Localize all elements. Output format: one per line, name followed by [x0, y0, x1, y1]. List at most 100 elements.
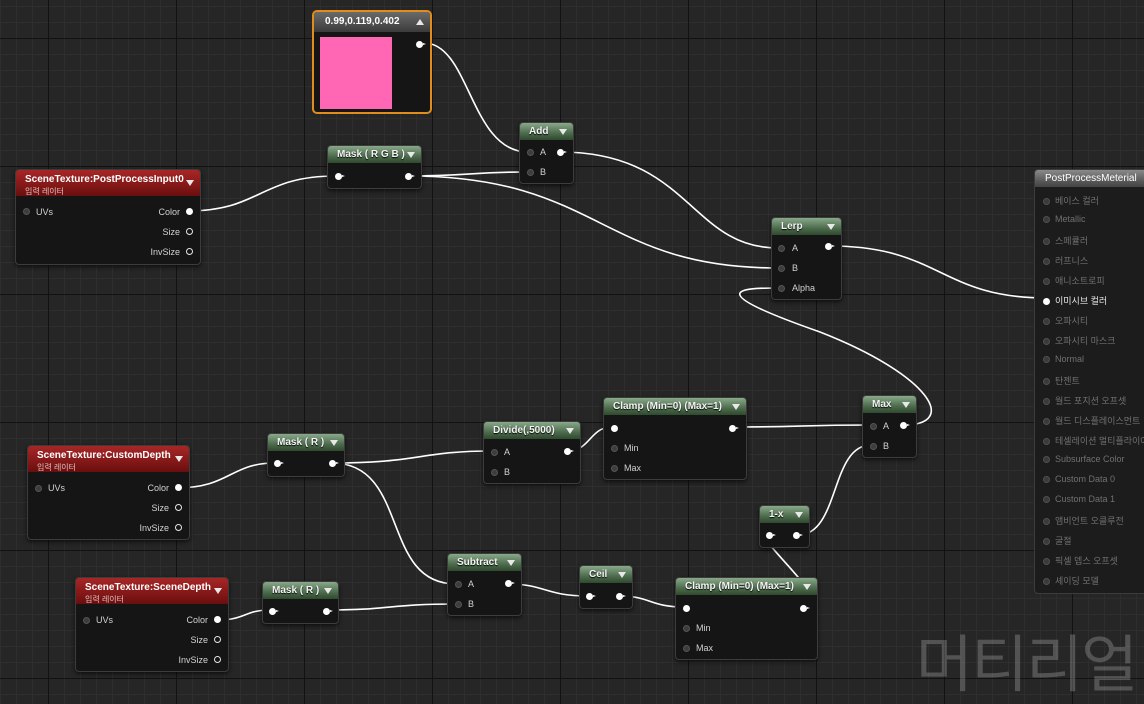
material-input-row[interactable]: 스페큘러 [1043, 234, 1088, 247]
clamp1-header[interactable]: Clamp (Min=0) (Max=1) [604, 398, 746, 415]
material-input-pin[interactable] [1043, 418, 1050, 426]
scene-depth-invsize-pin[interactable] [214, 656, 221, 663]
chevron-down-icon[interactable] [902, 402, 910, 408]
one-minus-input-pin[interactable] [766, 532, 776, 539]
max-node[interactable]: Max A B [862, 395, 917, 458]
material-input-pin[interactable] [1043, 216, 1050, 224]
material-input-row[interactable]: 앰비언트 오클루전 [1043, 514, 1124, 527]
material-input-row[interactable]: 굴절 [1043, 534, 1072, 547]
divide-output-pin[interactable] [564, 448, 574, 455]
material-input-row[interactable]: Subsurface Color [1043, 454, 1125, 464]
material-input-pin[interactable] [1043, 278, 1050, 286]
max-output-pin[interactable] [900, 422, 910, 429]
divide-header[interactable]: Divide(,5000) [484, 422, 580, 439]
clamp2-pin-min[interactable] [683, 625, 690, 632]
chevron-down-icon[interactable] [407, 152, 415, 158]
material-input-pin[interactable] [1043, 496, 1050, 504]
max-pin-b[interactable] [870, 443, 877, 450]
material-input-row[interactable]: 월드 디스플레이스먼트 [1043, 414, 1140, 427]
max-header[interactable]: Max [863, 396, 916, 413]
material-input-pin[interactable] [1043, 318, 1050, 326]
scene-depth-color-pin[interactable] [214, 616, 221, 623]
material-input-row[interactable]: Custom Data 0 [1043, 474, 1115, 484]
lerp-pin-a[interactable] [778, 245, 785, 252]
one-minus-node[interactable]: 1-x [759, 505, 810, 548]
material-input-pin[interactable] [1043, 258, 1050, 266]
output-pin[interactable] [416, 41, 426, 48]
clamp-node-2[interactable]: Clamp (Min=0) (Max=1) Min Max [675, 577, 818, 660]
material-input-pin[interactable] [1043, 298, 1050, 306]
ceil-node[interactable]: Ceil [579, 565, 633, 609]
add-pin-b[interactable] [527, 169, 534, 176]
divide-pin-b[interactable] [491, 469, 498, 476]
scene-custom-uvs-pin[interactable] [35, 485, 42, 492]
one-minus-output-pin[interactable] [793, 532, 803, 539]
clamp1-output-pin[interactable] [729, 425, 739, 432]
mask-rgb-node[interactable]: Mask ( R G B ) [327, 145, 422, 189]
material-input-pin[interactable] [1043, 198, 1050, 206]
material-input-row[interactable]: Normal [1043, 354, 1084, 364]
ceil-header[interactable]: Ceil [580, 566, 632, 583]
chevron-down-icon[interactable] [795, 512, 803, 518]
chevron-down-icon[interactable] [330, 440, 338, 446]
mask-r2-input-pin[interactable] [269, 608, 279, 615]
material-input-pin[interactable] [1043, 398, 1050, 406]
material-input-pin[interactable] [1043, 356, 1050, 364]
scene-custom-invsize-pin[interactable] [175, 524, 182, 531]
one-minus-header[interactable]: 1-x [760, 506, 809, 523]
material-input-pin[interactable] [1043, 456, 1050, 464]
chevron-down-icon[interactable] [618, 572, 626, 578]
color-swatch[interactable] [320, 37, 392, 109]
material-input-pin[interactable] [1043, 476, 1050, 484]
material-input-pin[interactable] [1043, 558, 1050, 566]
scene-depth-size-pin[interactable] [214, 636, 221, 643]
subtract-output-pin[interactable] [505, 580, 515, 587]
divide-node[interactable]: Divide(,5000) A B [483, 421, 581, 484]
mask-rgb-output-pin[interactable] [405, 173, 415, 180]
material-input-pin[interactable] [1043, 338, 1050, 346]
mask-r-node-2[interactable]: Mask ( R ) [262, 581, 339, 624]
material-input-row[interactable]: Metallic [1043, 214, 1086, 224]
material-input-row[interactable]: 오파시티 [1043, 314, 1088, 327]
scene-custom-size-pin[interactable] [175, 504, 182, 511]
chevron-down-icon[interactable] [175, 456, 183, 462]
clamp2-header[interactable]: Clamp (Min=0) (Max=1) [676, 578, 817, 595]
subtract-pin-b[interactable] [455, 601, 462, 608]
scene-texture-customdepth-node[interactable]: SceneTexture:CustomDepth 입력 레이터 UVs Colo… [27, 445, 190, 540]
material-input-row[interactable]: 애니소트로피 [1043, 274, 1105, 287]
material-input-pin[interactable] [1043, 238, 1050, 246]
material-result-node[interactable]: PostProcessMeterial 베이스 컬러 Metallic 스페큘러 러프… [1034, 169, 1144, 594]
scene-custom-color-pin[interactable] [175, 484, 182, 491]
lerp-output-pin[interactable] [825, 243, 835, 250]
scene-pp-color-pin[interactable] [186, 208, 193, 215]
mask-r2-header[interactable]: Mask ( R ) [263, 582, 338, 599]
chevron-down-icon[interactable] [566, 428, 574, 434]
add-node[interactable]: Add A B [519, 122, 574, 184]
clamp1-pin-min[interactable] [611, 445, 618, 452]
scene-custom-header[interactable]: SceneTexture:CustomDepth 입력 레이터 [28, 446, 189, 472]
clamp-node-1[interactable]: Clamp (Min=0) (Max=1) Min Max [603, 397, 747, 480]
scene-pp-header[interactable]: SceneTexture:PostProcessInput0 입력 레이터 [16, 170, 200, 196]
lerp-pin-b[interactable] [778, 265, 785, 272]
subtract-header[interactable]: Subtract [448, 554, 521, 571]
chevron-down-icon[interactable] [732, 404, 740, 410]
chevron-down-icon[interactable] [559, 129, 567, 135]
mask-r2-output-pin[interactable] [323, 608, 333, 615]
lerp-node[interactable]: Lerp A B Alpha [771, 217, 842, 300]
mask-r1-header[interactable]: Mask ( R ) [268, 434, 344, 451]
material-input-pin[interactable] [1043, 438, 1050, 446]
scene-texture-postprocess-node[interactable]: SceneTexture:PostProcessInput0 입력 레이터 UV… [15, 169, 201, 265]
material-input-row[interactable]: 픽셀 뎁스 오프셋 [1043, 554, 1118, 567]
add-header[interactable]: Add [520, 123, 573, 140]
material-title[interactable]: PostProcessMeterial [1035, 170, 1144, 187]
lerp-pin-alpha[interactable] [778, 285, 785, 292]
clamp1-input-pin[interactable] [611, 425, 618, 432]
mask-r1-input-pin[interactable] [274, 460, 284, 467]
scene-pp-invsize-pin[interactable] [186, 248, 193, 255]
chevron-down-icon[interactable] [186, 180, 194, 186]
mask-r1-output-pin[interactable] [329, 460, 339, 467]
constant-header[interactable]: 0.99,0.119,0.402 [314, 12, 430, 32]
clamp2-pin-max[interactable] [683, 645, 690, 652]
scene-texture-scenedepth-node[interactable]: SceneTexture:SceneDepth 입력 레이터 UVs Color… [75, 577, 229, 672]
scene-pp-uvs-pin[interactable] [23, 208, 30, 215]
